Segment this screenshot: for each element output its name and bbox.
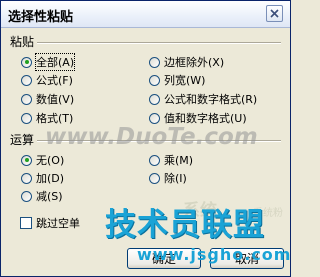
radio-button[interactable]: [21, 112, 32, 124]
title-bar: 选择性粘贴: [1, 1, 290, 28]
radio-button[interactable]: [21, 56, 32, 68]
paste-special-dialog: 选择性粘贴 粘贴 全部(A) 公式(F) 数值(V) 格式(T) 边框除外(X)…: [0, 0, 291, 277]
option-label: 乘(M): [164, 154, 194, 167]
radio-button[interactable]: [21, 93, 32, 105]
option-label: 全部(A): [34, 53, 76, 71]
option-label: 加(D): [36, 172, 65, 185]
radio-button[interactable]: [149, 93, 160, 105]
option-label: 无(O): [36, 154, 65, 167]
paste-formulas-option[interactable]: 公式(F): [21, 72, 73, 88]
jsgho-url-watermark: www.jsgho.com: [137, 245, 291, 264]
radio-button[interactable]: [149, 154, 160, 166]
paste-values-option[interactable]: 数值(V): [21, 91, 74, 107]
operation-subtract-option[interactable]: 减(S): [21, 188, 63, 204]
skip-blanks-checkbox[interactable]: 跳过空单: [20, 215, 80, 231]
option-label: 除(I): [164, 172, 187, 185]
checkbox-label: 跳过空单: [36, 217, 80, 230]
option-label: 公式(F): [36, 74, 73, 87]
operation-divide-option[interactable]: 除(I): [149, 170, 187, 186]
radio-button[interactable]: [21, 172, 32, 184]
paste-all-except-borders-option[interactable]: 边框除外(X): [149, 54, 224, 70]
operation-add-option[interactable]: 加(D): [21, 170, 64, 186]
jsgho-brand-watermark: 技术员联盟: [105, 207, 265, 243]
radio-button[interactable]: [149, 172, 160, 184]
option-label: 公式和数字格式(R): [164, 93, 258, 106]
radio-button[interactable]: [149, 112, 160, 124]
operation-multiply-option[interactable]: 乘(M): [149, 152, 193, 168]
paste-all-option[interactable]: 全部(A): [21, 53, 76, 71]
operation-none-option[interactable]: 无(O): [21, 152, 64, 168]
option-label: 减(S): [36, 190, 63, 203]
dialog-title: 选择性粘贴: [8, 10, 74, 25]
option-label: 数值(V): [36, 93, 75, 106]
radio-button[interactable]: [21, 74, 32, 86]
paste-group-label: 粘贴: [10, 35, 35, 49]
close-x-icon: [270, 9, 279, 18]
option-label: 边框除外(X): [164, 56, 225, 69]
radio-button[interactable]: [21, 190, 32, 202]
operation-group-label: 运算: [10, 133, 35, 147]
radio-button[interactable]: [149, 56, 160, 68]
duote-watermark: www.DuoTe.com: [45, 124, 258, 150]
close-button[interactable]: [266, 5, 283, 22]
radio-button[interactable]: [21, 154, 32, 166]
checkbox-box[interactable]: [20, 217, 32, 229]
option-label: 列宽(W): [164, 74, 206, 87]
paste-formulas-number-formats-option[interactable]: 公式和数字格式(R): [149, 91, 257, 107]
paste-group-divider: [37, 42, 281, 44]
radio-button[interactable]: [149, 74, 160, 86]
paste-column-widths-option[interactable]: 列宽(W): [149, 72, 205, 88]
